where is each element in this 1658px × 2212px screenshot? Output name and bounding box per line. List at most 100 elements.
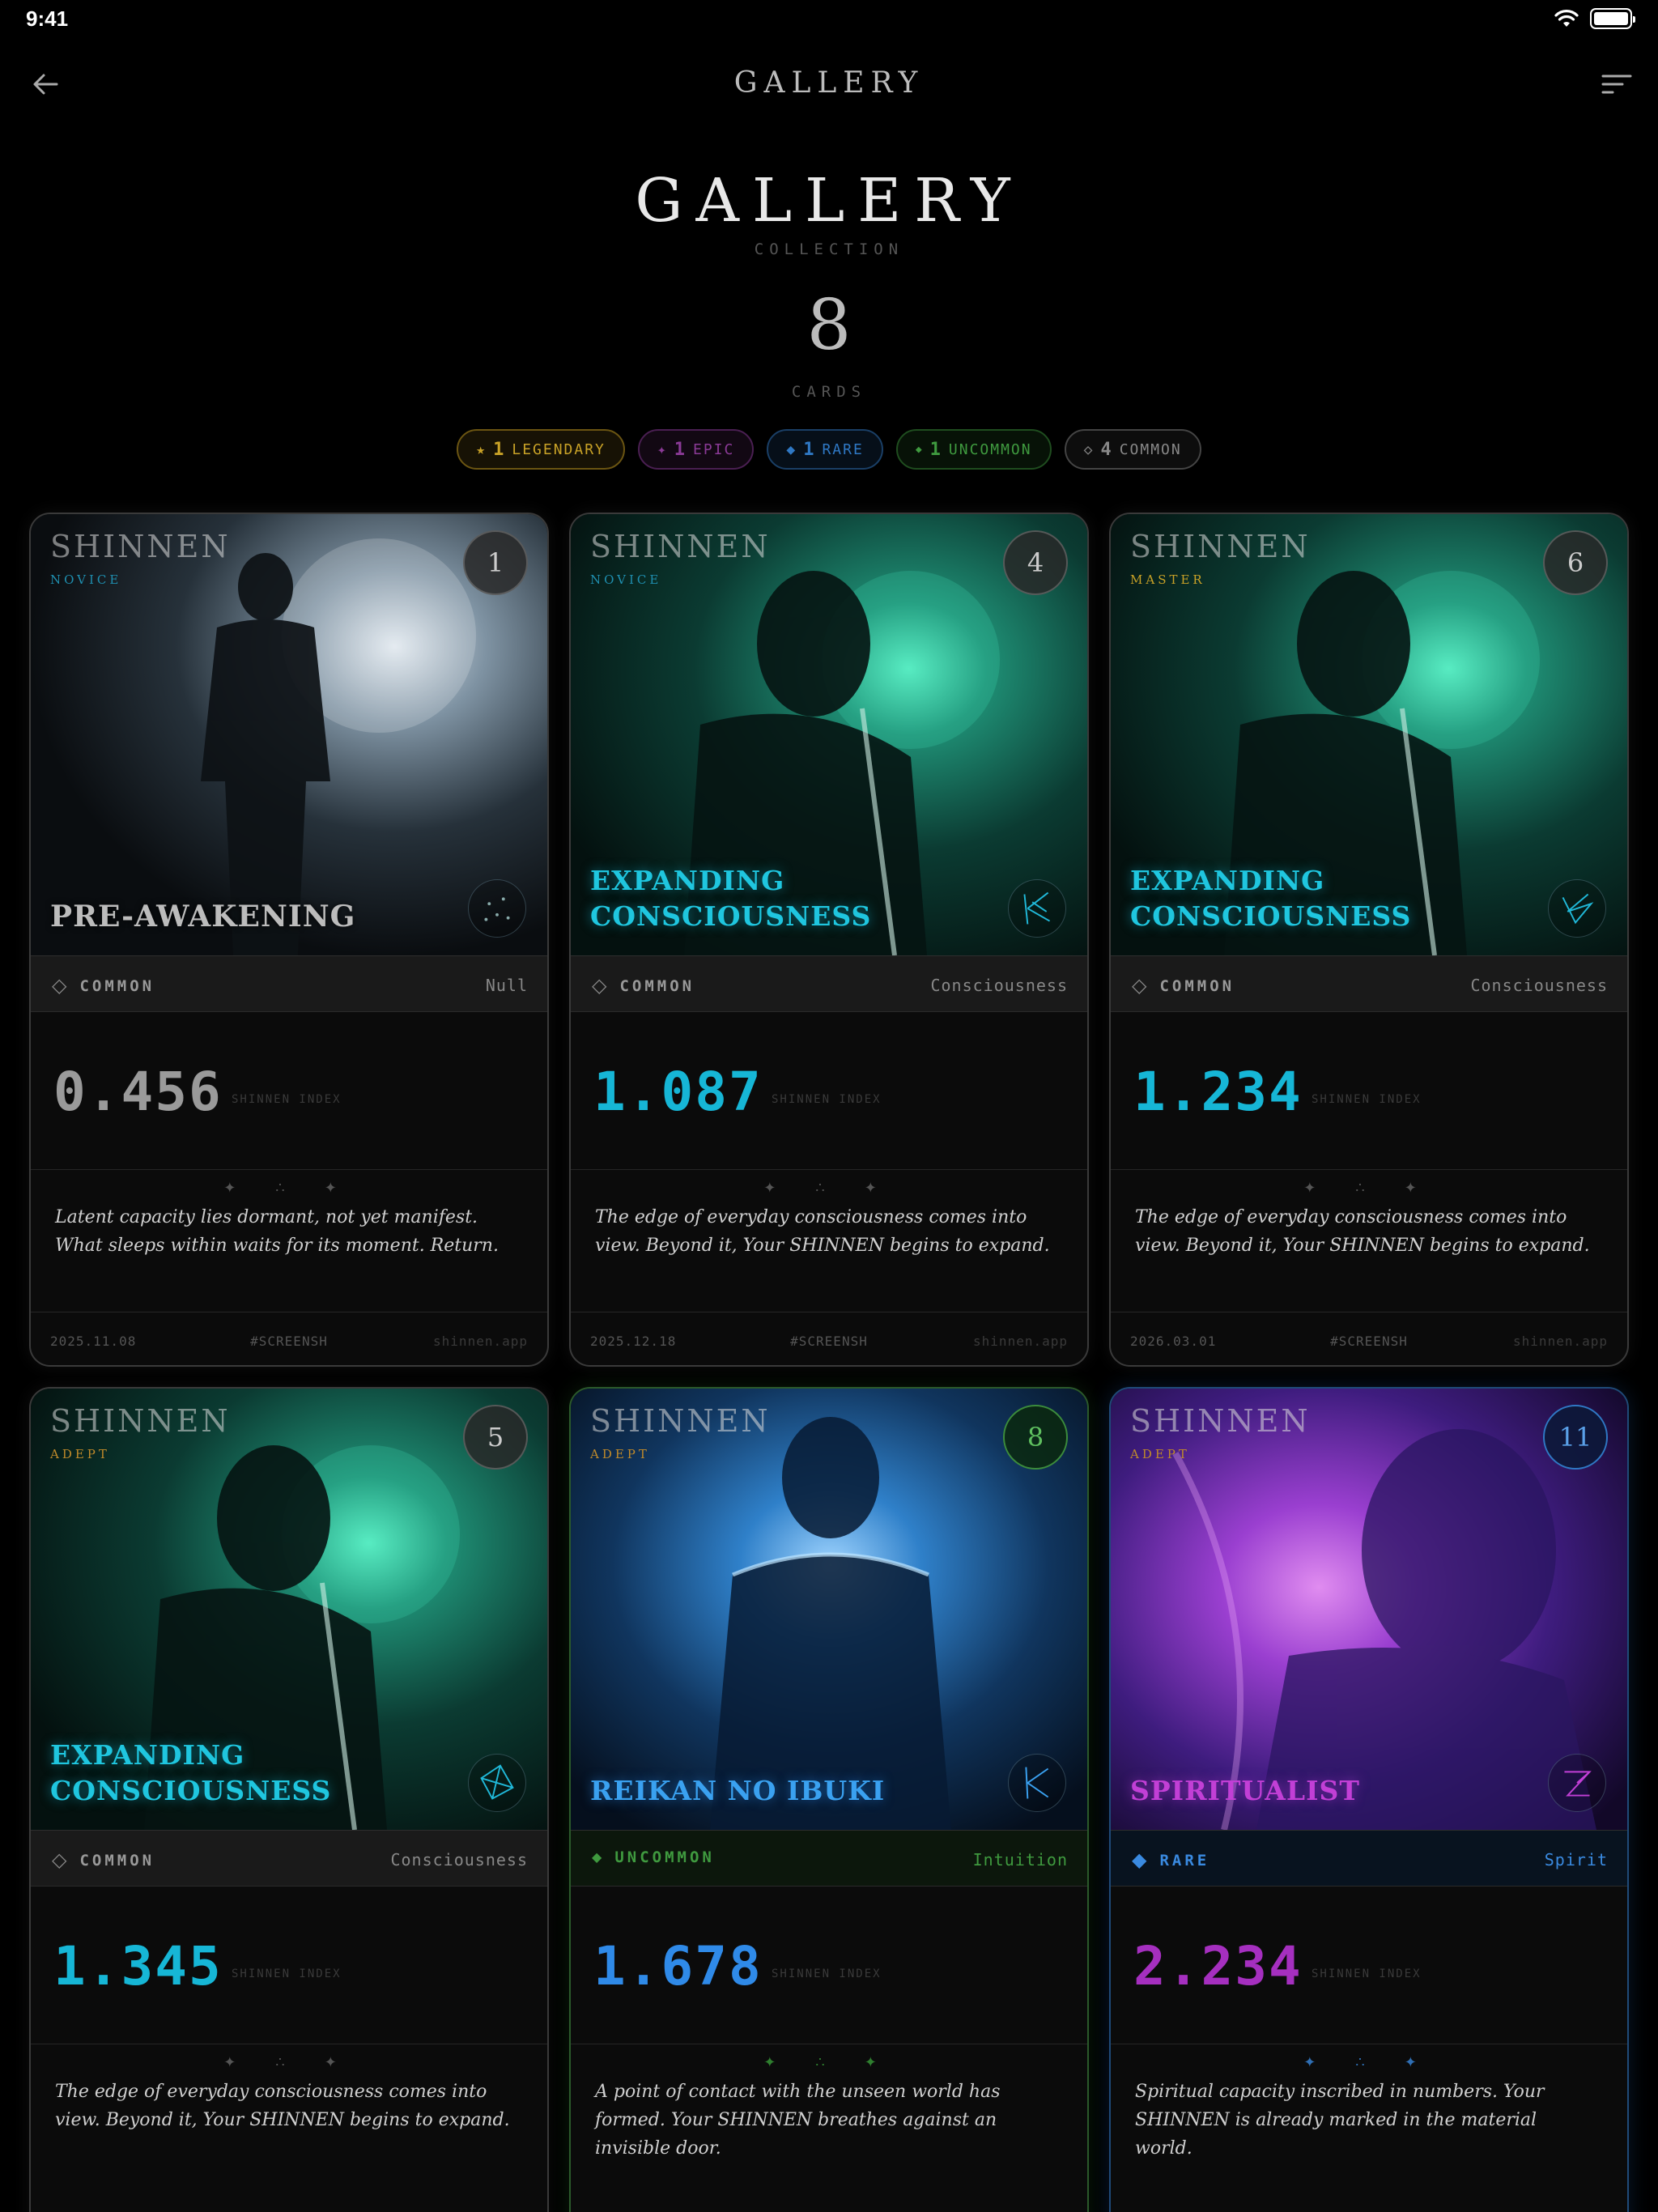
card-tier: ADEPT (1130, 1447, 1190, 1461)
nav-bar: GALLERY (0, 49, 1658, 121)
card-number-badge: 6 (1543, 530, 1608, 595)
card-art: SHINNEN ADEPT 8 REIKAN NO IBUKI (571, 1389, 1087, 1830)
index-area: 0.456 SHINNEN INDEX (31, 1012, 547, 1170)
card-attribute: Consciousness (1470, 976, 1608, 995)
card-grid: SHINNEN NOVICE 1 PRE-AWAKENING ◇ COMMON … (29, 513, 1629, 2212)
index-area: 1.234 SHINNEN INDEX (1111, 1012, 1627, 1170)
index-area: 2.234 SHINNEN INDEX (1111, 1887, 1627, 2044)
index-area: 1.087 SHINNEN INDEX (571, 1012, 1087, 1170)
common-pill[interactable]: ◇ 4 COMMON (1064, 429, 1201, 470)
epic-label: EPIC (693, 440, 735, 458)
collection-card[interactable]: SHINNEN ADEPT 8 REIKAN NO IBUKI ◆ UNCOMM… (569, 1387, 1089, 2212)
shinnen-index-value: 0.456 (53, 1061, 223, 1123)
card-art: SHINNEN NOVICE 4 EXPANDING CONSCIOUSNESS (571, 514, 1087, 955)
constellation-sigil-icon (1548, 879, 1606, 938)
card-name: EXPANDING CONSCIOUSNESS (1130, 865, 1412, 932)
constellation-sigil-icon (1548, 1754, 1606, 1812)
diamond-outline-icon: ◇ (1132, 975, 1147, 997)
card-description: The edge of everyday consciousness comes… (55, 2082, 510, 2130)
collection-card[interactable]: SHINNEN ADEPT 11 SPIRITUALIST ◆ RARE Spi… (1109, 1387, 1629, 2212)
diamond-outline-icon: ◇ (1083, 440, 1095, 458)
card-tier: MASTER (1130, 572, 1205, 587)
nav-title: GALLERY (733, 66, 925, 100)
ornament-divider: ✦ ∴ ✦ (223, 2054, 355, 2070)
uncommon-pill[interactable]: ◆ 1 UNCOMMON (895, 429, 1052, 470)
card-number-badge: 8 (1003, 1405, 1068, 1470)
shinnen-index-label: SHINNEN INDEX (232, 1967, 342, 1980)
card-description: Latent capacity lies dormant, not yet ma… (55, 1207, 499, 1256)
shinnen-index-value: 1.678 (593, 1935, 763, 1997)
status-bar: 9:41 (0, 0, 1658, 39)
card-name: PRE-AWAKENING (50, 900, 356, 934)
card-name: EXPANDING CONSCIOUSNESS (590, 865, 872, 932)
rare-pill[interactable]: ◆ 1 RARE (767, 429, 883, 470)
card-description: A point of contact with the unseen world… (595, 2082, 1001, 2159)
uncommon-label: UNCOMMON (948, 440, 1032, 458)
ornament-divider: ✦ ∴ ✦ (1303, 1180, 1435, 1196)
star-icon: ★ (476, 440, 487, 458)
card-art: SHINNEN ADEPT 5 EXPANDING CONSCIOUSNESS (31, 1389, 547, 1830)
rarity-label: RARE (1159, 1851, 1210, 1870)
collection-card[interactable]: SHINNEN MASTER 6 EXPANDING CONSCIOUSNESS… (1109, 513, 1629, 1367)
card-attribute: Consciousness (390, 1850, 528, 1870)
rarity-label: COMMON (1159, 976, 1235, 995)
card-attribute: Consciousness (930, 976, 1068, 995)
card-name: EXPANDING CONSCIOUSNESS (50, 1739, 332, 1806)
index-area: 1.678 SHINNEN INDEX (571, 1887, 1087, 2044)
epic-count: 1 (674, 439, 687, 460)
ornament-divider: ✦ ∴ ✦ (763, 2054, 895, 2070)
diamond-filled-icon: ◆ (1132, 1849, 1147, 1871)
card-footer: 2026.03.01 #SCREENSH shinnen.app (1111, 1312, 1627, 1365)
index-area: 1.345 SHINNEN INDEX (31, 1887, 547, 2044)
card-brand: SHINNEN (590, 529, 771, 564)
rarity-label: COMMON (619, 976, 695, 995)
card-count: 8 (806, 285, 852, 366)
uncommon-count: 1 (929, 439, 942, 460)
card-number-badge: 1 (463, 530, 528, 595)
card-tier: ADEPT (590, 1447, 650, 1461)
card-brand: SHINNEN (50, 529, 231, 564)
card-tier: NOVICE (50, 572, 122, 587)
diamond-filled-icon: ◆ (786, 440, 797, 458)
wifi-icon (1554, 10, 1579, 27)
page-subtitle: COLLECTION (754, 240, 904, 258)
rarity-label: COMMON (79, 1851, 155, 1870)
common-label: COMMON (1119, 440, 1182, 458)
card-footer: 2025.11.08 #SCREENSH shinnen.app (31, 1312, 547, 1365)
card-tier: ADEPT (50, 1447, 110, 1461)
legendary-pill[interactable]: ★ 1 LEGENDARY (457, 429, 625, 470)
constellation-sigil-icon (1008, 1754, 1066, 1812)
shinnen-index-value: 2.234 (1133, 1935, 1303, 1997)
shinnen-index-label: SHINNEN INDEX (772, 1967, 882, 1980)
card-description: Spiritual capacity inscribed in numbers.… (1135, 2082, 1545, 2159)
card-count-label: CARDS (791, 383, 867, 401)
card-brand: SHINNEN (590, 1403, 771, 1439)
card-footer: 2025.12.18 #SCREENSH shinnen.app (571, 1312, 1087, 1365)
rarity-bar: ◇ COMMON Consciousness (571, 955, 1087, 1012)
sort-icon[interactable] (1598, 70, 1634, 99)
rare-count: 1 (803, 439, 816, 460)
card-art: SHINNEN NOVICE 1 PRE-AWAKENING (31, 514, 547, 955)
epic-pill[interactable]: ✦ 1 EPIC (637, 429, 755, 470)
collection-card[interactable]: SHINNEN NOVICE 1 PRE-AWAKENING ◇ COMMON … (29, 513, 549, 1367)
shinnen-index-value: 1.234 (1133, 1061, 1303, 1123)
rarity-label: COMMON (79, 976, 155, 995)
card-attribute: Intuition (972, 1850, 1068, 1870)
card-brand: SHINNEN (1130, 529, 1311, 564)
status-icons (1554, 8, 1635, 29)
diamond-outline-icon: ◇ (52, 975, 67, 997)
sparkle-icon: ✦ (657, 440, 668, 458)
collection-card[interactable]: SHINNEN ADEPT 5 EXPANDING CONSCIOUSNESS … (29, 1387, 549, 2212)
dots-sigil-icon (468, 879, 526, 938)
shinnen-index-label: SHINNEN INDEX (772, 1093, 882, 1106)
card-number-badge: 5 (463, 1405, 528, 1470)
card-site: shinnen.app (433, 1334, 528, 1349)
rarity-label: UNCOMMON (614, 1848, 715, 1866)
shinnen-index-label: SHINNEN INDEX (1312, 1967, 1422, 1980)
collection-card[interactable]: SHINNEN NOVICE 4 EXPANDING CONSCIOUSNESS… (569, 513, 1089, 1367)
card-brand: SHINNEN (1130, 1403, 1311, 1439)
rarity-bar: ◆ UNCOMMON Intuition (571, 1830, 1087, 1887)
constellation-sigil-icon (468, 1754, 526, 1812)
small-diamond-icon: ◆ (915, 443, 924, 456)
small-diamond-icon: ◆ (592, 1851, 602, 1865)
